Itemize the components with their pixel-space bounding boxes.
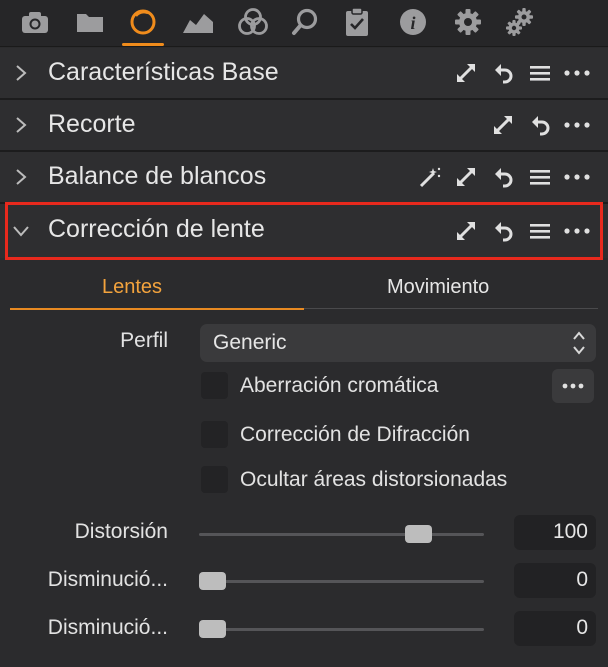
- section-balance-de-blancos[interactable]: Balance de blancos: [0, 152, 608, 204]
- svg-text:i: i: [410, 13, 415, 33]
- more-options-icon: [562, 383, 584, 389]
- reset-icon[interactable]: [491, 165, 515, 189]
- value-field-disminucion-2[interactable]: 0: [514, 611, 596, 646]
- histogram-icon[interactable]: [181, 6, 215, 38]
- camera-icon[interactable]: [18, 6, 52, 38]
- checkbox-ocultar[interactable]: [201, 466, 228, 493]
- more-options-icon[interactable]: [563, 113, 591, 137]
- chevron-right-icon[interactable]: [12, 114, 30, 136]
- slider-label-distorsion: Distorsión: [74, 520, 168, 543]
- checkbox-label-ocultar: Ocultar áreas distorsionadas: [240, 468, 508, 491]
- value-field-distorsion[interactable]: 100: [514, 515, 596, 550]
- value-field-disminucion-1[interactable]: 0: [514, 563, 596, 598]
- profile-value: Generic: [213, 331, 287, 354]
- reset-icon[interactable]: [528, 113, 552, 137]
- section-caracteristicas-base[interactable]: Características Base: [0, 48, 608, 100]
- slider-track-disminucion-1[interactable]: [199, 580, 484, 583]
- expand-icon[interactable]: [454, 165, 478, 189]
- slider-thumb-distorsion[interactable]: [405, 525, 433, 543]
- reset-icon[interactable]: [491, 61, 515, 85]
- expand-icon[interactable]: [454, 219, 478, 243]
- folder-icon[interactable]: [73, 6, 107, 38]
- chevron-right-icon[interactable]: [12, 62, 30, 84]
- gears-icon[interactable]: [503, 6, 537, 38]
- search-icon[interactable]: [289, 6, 323, 38]
- tab-movimiento[interactable]: Movimiento: [387, 276, 489, 299]
- checkbox-label-aberracion: Aberración cromática: [240, 374, 439, 397]
- expand-icon[interactable]: [491, 113, 515, 137]
- presets-menu-icon[interactable]: [528, 61, 552, 85]
- info-icon[interactable]: i: [396, 6, 430, 38]
- more-options-icon[interactable]: [563, 219, 591, 243]
- chevron-down-icon[interactable]: [12, 220, 30, 242]
- slider-thumb-disminucion-1[interactable]: [199, 572, 226, 590]
- slider-label-disminucion-2: Disminució...: [47, 616, 168, 639]
- slider-track-distorsion[interactable]: [199, 533, 484, 536]
- more-options-icon[interactable]: [563, 61, 591, 85]
- tab-lentes[interactable]: Lentes: [102, 276, 162, 299]
- section-title: Corrección de lente: [48, 215, 265, 243]
- color-icon[interactable]: [236, 6, 270, 38]
- slider-thumb-disminucion-2[interactable]: [199, 620, 226, 638]
- tab-divider: [304, 308, 598, 309]
- lens-tabs: Lentes Movimiento: [10, 268, 598, 310]
- more-options-icon[interactable]: [563, 165, 591, 189]
- chevron-right-icon[interactable]: [12, 166, 30, 188]
- clipboard-icon[interactable]: [340, 6, 374, 38]
- profile-label: Perfil: [120, 329, 168, 352]
- section-correccion-de-lente[interactable]: Corrección de lente: [0, 204, 608, 258]
- checkbox-label-difraccion: Corrección de Difracción: [240, 423, 470, 446]
- presets-menu-icon[interactable]: [528, 219, 552, 243]
- reset-icon[interactable]: [491, 219, 515, 243]
- slider-track-disminucion-2[interactable]: [199, 628, 484, 631]
- gear-icon[interactable]: [451, 6, 485, 38]
- checkbox-difraccion[interactable]: [201, 421, 228, 448]
- tool-tab-bar: i: [0, 0, 608, 47]
- aberration-options-button[interactable]: [552, 369, 594, 403]
- section-title: Características Base: [48, 58, 279, 86]
- lens-icon[interactable]: [122, 6, 164, 46]
- checkbox-aberracion[interactable]: [201, 372, 228, 399]
- presets-menu-icon[interactable]: [528, 165, 552, 189]
- slider-label-disminucion-1: Disminució...: [47, 568, 168, 591]
- active-tab-indicator: [10, 308, 304, 310]
- color-picker-icon[interactable]: [418, 165, 442, 189]
- expand-icon[interactable]: [454, 61, 478, 85]
- updown-chevron-icon: [572, 329, 586, 362]
- section-title: Recorte: [48, 110, 136, 138]
- section-title: Balance de blancos: [48, 162, 267, 190]
- value-distorsion: 100: [552, 520, 588, 543]
- section-recorte[interactable]: Recorte: [0, 100, 608, 152]
- value-disminucion-2: 0: [576, 616, 588, 639]
- value-disminucion-1: 0: [576, 568, 588, 591]
- profile-select[interactable]: Generic: [200, 324, 596, 362]
